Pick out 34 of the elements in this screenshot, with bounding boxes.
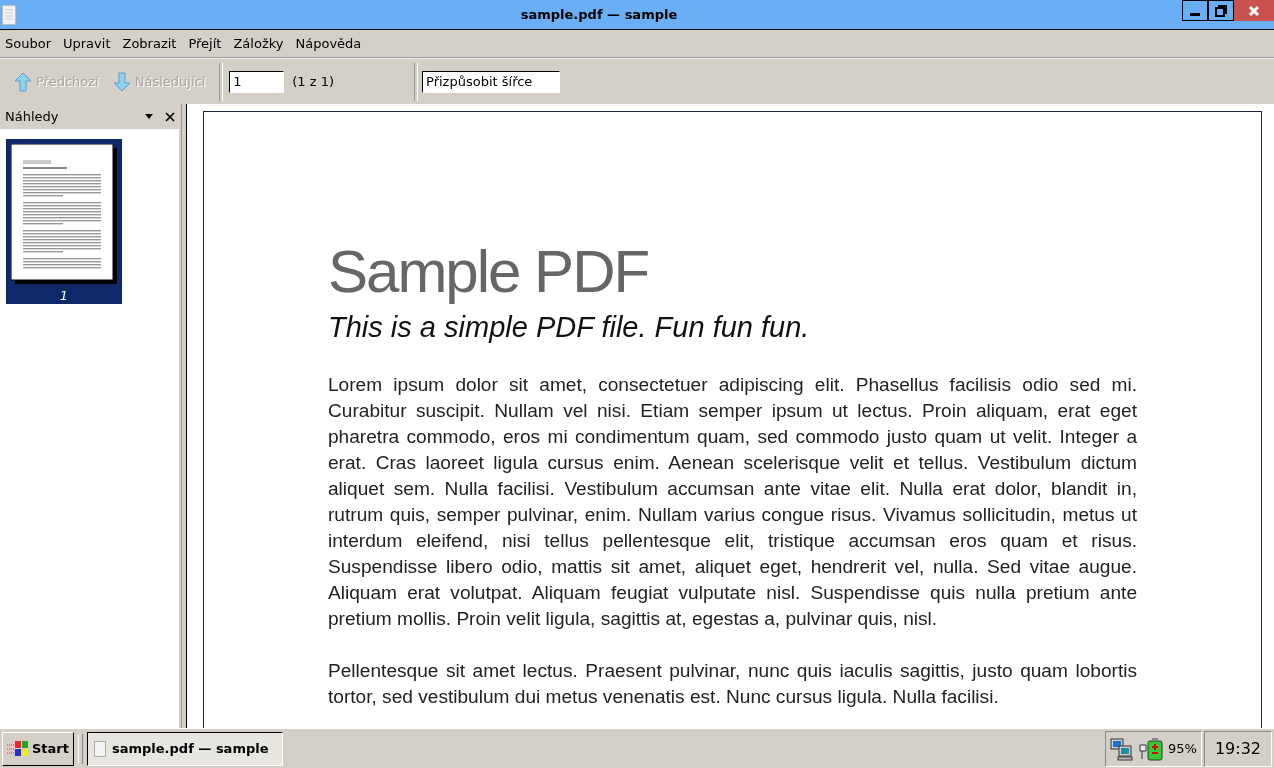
menu-item[interactable]: Nápověda bbox=[295, 36, 366, 51]
battery-icon[interactable] bbox=[1138, 736, 1164, 761]
document-title: Sample PDF bbox=[328, 240, 650, 304]
close-icon bbox=[1248, 4, 1260, 17]
battery-percent: 95% bbox=[1168, 741, 1197, 756]
document-icon bbox=[94, 740, 106, 757]
page-count: (1 z 1) bbox=[292, 74, 335, 89]
page-thumbnail[interactable]: 1 bbox=[6, 139, 122, 304]
start-button[interactable]: Start bbox=[2, 731, 74, 766]
up-arrow-icon bbox=[14, 71, 32, 92]
close-icon bbox=[165, 111, 175, 122]
network-icon[interactable] bbox=[1110, 736, 1134, 761]
page-number-field[interactable]: 1 bbox=[229, 70, 285, 93]
menu-item[interactable]: Upravit bbox=[63, 36, 115, 51]
minimize-button[interactable] bbox=[1182, 0, 1208, 21]
sidebar-title: Náhledy bbox=[5, 109, 60, 124]
menu-item[interactable]: Záložky bbox=[233, 36, 288, 51]
taskbar-task[interactable]: sample.pdf — sample bbox=[87, 731, 283, 766]
body-paragraph: Pellentesque sit amet lectus. Praesent pulvinar, nunc quis iaculis sagittis, justo quam lobortis tortor, sed vestibulum dui metus venenatis est. Nunc cursus ligula. Nulla facilisi. bbox=[328, 659, 1137, 709]
down-arrow-icon bbox=[112, 71, 131, 92]
menu-item[interactable]: Zobrazit bbox=[122, 36, 181, 51]
windows-flag-icon bbox=[7, 738, 29, 759]
zoom-field[interactable]: Přizpůsobit šířce bbox=[422, 70, 561, 93]
clock: 19:32 bbox=[1203, 730, 1272, 767]
caret-icon bbox=[145, 114, 153, 119]
menu-item[interactable]: Přejít bbox=[188, 36, 226, 51]
menu-item[interactable]: Soubor bbox=[5, 36, 55, 51]
close-button[interactable] bbox=[1234, 0, 1274, 21]
window-title: sample.pdf — sample bbox=[519, 7, 679, 22]
maximize-icon bbox=[1215, 4, 1227, 17]
body-paragraph: Lorem ipsum dolor sit amet, consectetuer adipiscing elit. Phasellus facilisis odio sed mi. Curabitur suscipit. Nullam vel nisi. Etiam semper ipsum ut lectus. Proin aliquam, erat eget pharetra commodo, eros mi condimentum quam, sed commodo justo quam ut velit. Integer a erat. Cras laoreet ligula cursus enim. Aenean scelerisque velit et tellus. Vestibulum dictum aliquet sem. Nulla facilisi. Vestibulum accumsan ante vitae elit. Nulla erat dolor, blandit in, rutrum quis, semper pulvinar, enim. Nullam varius congue risus. Vivamus sollicitudin, metus ut interdum eleifend, nisi tellus pellentesque elit, tristique accumsan eros quam et risus. Suspendisse libero odio, mattis sit amet, aliquet eget, hendrerit vel, nulla. Sed vitae augue. Aliquam erat volutpat. Aliquam feugiat vulputate nisl. Suspendisse quis nulla pretium ante pretium mollis. Proin velit ligula, sagittis at, egestas a, pulvinar quis, nisl. bbox=[328, 373, 1137, 631]
minimize-icon bbox=[1190, 13, 1200, 16]
document-subtitle: This is a simple PDF file. Fun fun fun. bbox=[328, 310, 811, 344]
maximize-button[interactable] bbox=[1208, 0, 1234, 21]
